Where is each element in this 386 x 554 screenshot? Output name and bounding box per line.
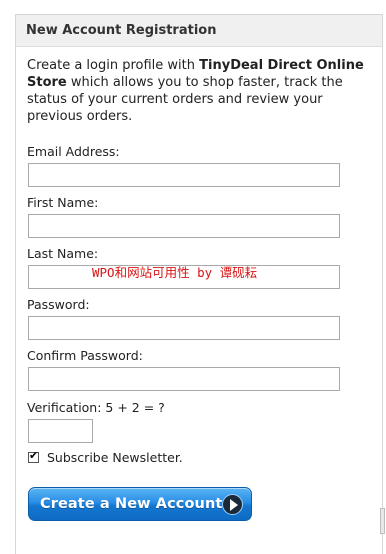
create-account-label: Create a New Account [40, 496, 223, 512]
newsletter-label: Subscribe Newsletter. [47, 449, 183, 465]
play-arrow-icon [222, 494, 243, 515]
newsletter-option[interactable]: ✔ Subscribe Newsletter. [28, 449, 183, 465]
watermark-text: WPO和网站可用性 by 谭砚耘 [92, 265, 258, 280]
intro-text-after: which allows you to shop faster, track t… [27, 75, 343, 124]
email-field[interactable] [28, 163, 340, 187]
verification-label: Verification: 5 + 2 = ? [27, 400, 165, 415]
password-label: Password: [27, 297, 90, 312]
intro-text: Create a login profile with TinyDeal Dir… [27, 57, 367, 125]
confirm-password-field[interactable] [28, 367, 340, 391]
intro-text-before: Create a login profile with [27, 58, 200, 73]
confirm-password-label: Confirm Password: [27, 348, 143, 363]
last-name-label: Last Name: [27, 246, 99, 261]
panel-title: New Account Registration [16, 15, 382, 47]
registration-panel: New Account Registration Create a login … [15, 14, 383, 554]
create-account-button[interactable]: Create a New Account [28, 487, 252, 521]
scrollbar[interactable] [380, 508, 385, 534]
password-field[interactable] [28, 316, 340, 340]
newsletter-checkbox[interactable]: ✔ [28, 448, 39, 463]
email-label: Email Address: [27, 144, 120, 159]
first-name-label: First Name: [27, 195, 99, 210]
verification-field[interactable] [28, 419, 93, 443]
check-icon: ✔ [29, 448, 39, 462]
first-name-field[interactable] [28, 214, 340, 238]
